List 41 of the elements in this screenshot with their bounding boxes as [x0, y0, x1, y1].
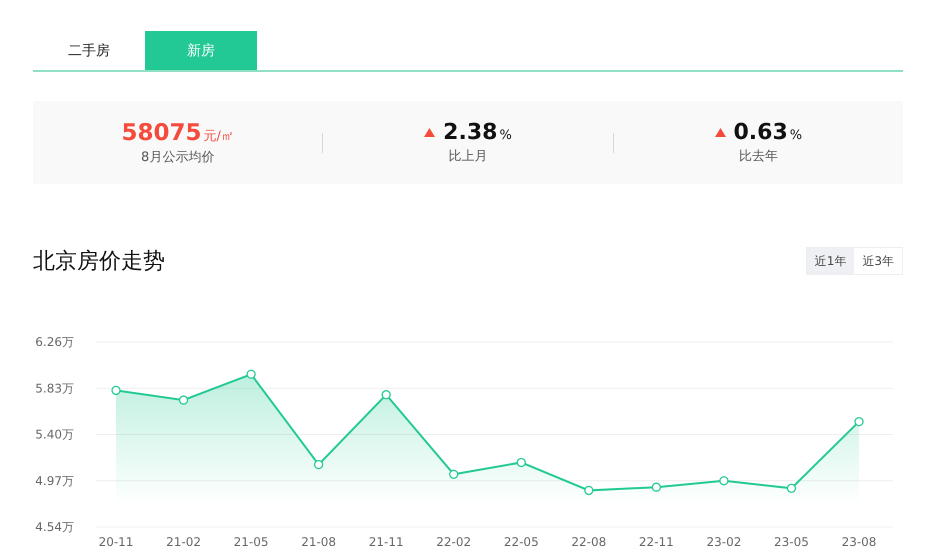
y-axis-label: 4.97万: [35, 474, 74, 488]
y-axis-label: 6.26万: [35, 335, 74, 349]
stat-label: 比上月: [448, 148, 488, 165]
price-unit: 元/㎡: [203, 128, 234, 144]
data-point: [178, 395, 188, 405]
x-axis-label: 21-08: [301, 535, 336, 549]
x-axis-label: 21-02: [166, 535, 201, 549]
data-point: [584, 486, 594, 496]
stat-label: 比去年: [738, 148, 778, 165]
y-axis-label: 5.40万: [35, 428, 74, 442]
x-axis-label: 21-05: [234, 535, 269, 549]
percent-unit: %: [499, 128, 512, 143]
x-axis-label: 23-08: [842, 535, 876, 549]
stat-label: 8月公示均价: [141, 148, 214, 166]
change-value: 0.63: [734, 120, 788, 145]
section-title: 北京房价走势: [33, 248, 165, 276]
x-axis-label: 21-11: [368, 535, 404, 549]
x-axis-label: 22-11: [638, 535, 674, 549]
data-point: [854, 416, 864, 426]
data-point: [111, 386, 121, 396]
percent-unit: %: [790, 128, 802, 143]
data-point: [786, 484, 796, 493]
y-axis-label: 4.54万: [35, 520, 74, 534]
data-point: [652, 482, 662, 492]
tab[interactable]: 二手房: [33, 31, 145, 70]
data-point: [314, 460, 324, 470]
average-price: 58075: [121, 120, 202, 146]
change-value: 2.38: [443, 120, 498, 145]
data-point: [516, 458, 526, 468]
data-point: [382, 390, 391, 400]
data-point: [719, 476, 729, 486]
y-axis-label: 5.83万: [35, 381, 74, 396]
range-button[interactable]: 近1年: [806, 248, 854, 274]
x-axis-label: 20-11: [98, 535, 134, 549]
x-axis-label: 22-05: [504, 535, 539, 549]
x-axis-label: 23-05: [774, 535, 809, 549]
data-point: [449, 470, 458, 479]
data-point: [246, 370, 256, 379]
x-axis-label: 22-08: [571, 535, 606, 549]
x-axis-label: 23-02: [706, 535, 742, 549]
x-axis-label: 22-02: [436, 535, 472, 549]
